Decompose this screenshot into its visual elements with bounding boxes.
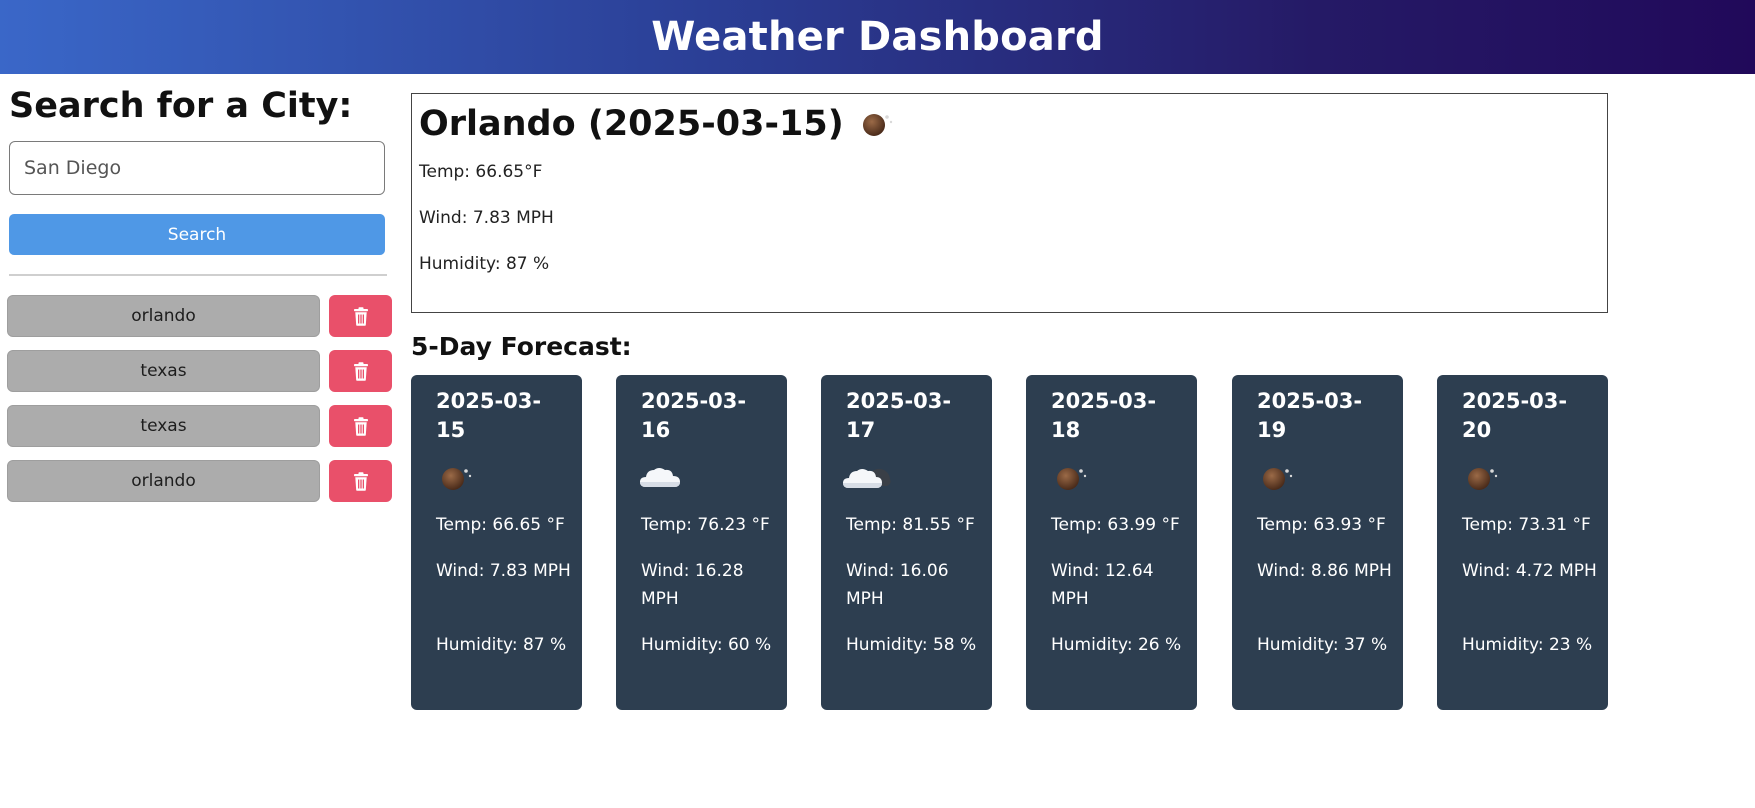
forecast-date: 2025-03-18 <box>1051 389 1157 442</box>
moon-icon <box>1263 468 1293 490</box>
current-temp: Temp: 66.65°F <box>419 162 543 182</box>
forecast-date: 2025-03-15 <box>436 389 542 442</box>
forecast-card: 2025-03-15 Temp: 66.65 °F Wind: 7.83 MPH… <box>411 375 582 710</box>
forecast-humidity: Humidity: 60 % <box>641 635 772 655</box>
moon-icon <box>862 114 892 136</box>
forecast-humidity: Humidity: 26 % <box>1051 635 1182 655</box>
delete-history-button[interactable] <box>329 460 392 502</box>
forecast-temp: Temp: 76.23 °F <box>641 515 770 535</box>
forecast-heading: 5-Day Forecast: <box>411 332 632 361</box>
history-item: texas <box>7 350 393 392</box>
current-city-date: Orlando (2025-03-15) <box>419 104 844 144</box>
forecast-wind: Wind: 16.28 MPH <box>641 561 744 609</box>
forecast-wind: Wind: 8.86 MPH <box>1257 561 1392 581</box>
forecast-temp: Temp: 73.31 °F <box>1462 515 1591 535</box>
trash-icon <box>353 416 368 436</box>
forecast-card: 2025-03-19 Temp: 63.93 °F Wind: 8.86 MPH… <box>1232 375 1403 710</box>
forecast-wind: Wind: 16.06 MPH <box>846 561 949 609</box>
history-item: orlando <box>7 295 393 337</box>
trash-icon <box>353 306 368 326</box>
forecast-card: 2025-03-20 Temp: 73.31 °F Wind: 4.72 MPH… <box>1437 375 1608 710</box>
current-weather-panel: Orlando (2025-03-15) Temp: 66.65°F Wind:… <box>411 93 1608 313</box>
forecast-temp: Temp: 63.93 °F <box>1257 515 1386 535</box>
forecast-date: 2025-03-19 <box>1257 389 1363 442</box>
city-search-input[interactable] <box>9 141 385 195</box>
app-header: Weather Dashboard <box>0 0 1755 74</box>
forecast-wind: Wind: 12.64 MPH <box>1051 561 1154 609</box>
forecast-date: 2025-03-17 <box>846 389 952 442</box>
history-city-button[interactable]: texas <box>7 405 320 447</box>
forecast-temp: Temp: 81.55 °F <box>846 515 975 535</box>
forecast-card: 2025-03-18 Temp: 63.99 °F Wind: 12.64 MP… <box>1026 375 1197 710</box>
forecast-card: 2025-03-16 Temp: 76.23 °F Wind: 16.28 MP… <box>616 375 787 710</box>
search-button[interactable]: Search <box>9 214 385 255</box>
forecast-humidity: Humidity: 23 % <box>1462 635 1593 655</box>
history-city-button[interactable]: texas <box>7 350 320 392</box>
history-city-button[interactable]: orlando <box>7 460 320 502</box>
history-item: orlando <box>7 460 393 502</box>
forecast-date: 2025-03-16 <box>641 389 747 442</box>
forecast-humidity: Humidity: 37 % <box>1257 635 1388 655</box>
delete-history-button[interactable] <box>329 350 392 392</box>
forecast-temp: Temp: 66.65 °F <box>436 515 565 535</box>
forecast-temp: Temp: 63.99 °F <box>1051 515 1180 535</box>
forecast-wind: Wind: 4.72 MPH <box>1462 561 1597 581</box>
cloud-moon-icon <box>843 468 891 488</box>
current-weather-heading: Orlando (2025-03-15) <box>419 104 898 144</box>
search-heading: Search for a City: <box>9 86 353 126</box>
moon-icon <box>442 468 472 490</box>
forecast-card: 2025-03-17 Temp: 81.55 °F Wind: 16.06 MP… <box>821 375 992 710</box>
moon-icon <box>1468 468 1498 490</box>
current-humidity: Humidity: 87 % <box>419 254 550 274</box>
moon-icon <box>1057 468 1087 490</box>
divider <box>9 274 387 276</box>
forecast-humidity: Humidity: 87 % <box>436 635 567 655</box>
forecast-date: 2025-03-20 <box>1462 389 1568 442</box>
delete-history-button[interactable] <box>329 405 392 447</box>
history-item: texas <box>7 405 393 447</box>
forecast-wind: Wind: 7.83 MPH <box>436 561 571 581</box>
page-title: Weather Dashboard <box>651 14 1104 60</box>
trash-icon <box>353 471 368 491</box>
cloud-icon <box>640 468 680 487</box>
delete-history-button[interactable] <box>329 295 392 337</box>
forecast-humidity: Humidity: 58 % <box>846 635 977 655</box>
trash-icon <box>353 361 368 381</box>
history-city-button[interactable]: orlando <box>7 295 320 337</box>
current-wind: Wind: 7.83 MPH <box>419 208 554 228</box>
